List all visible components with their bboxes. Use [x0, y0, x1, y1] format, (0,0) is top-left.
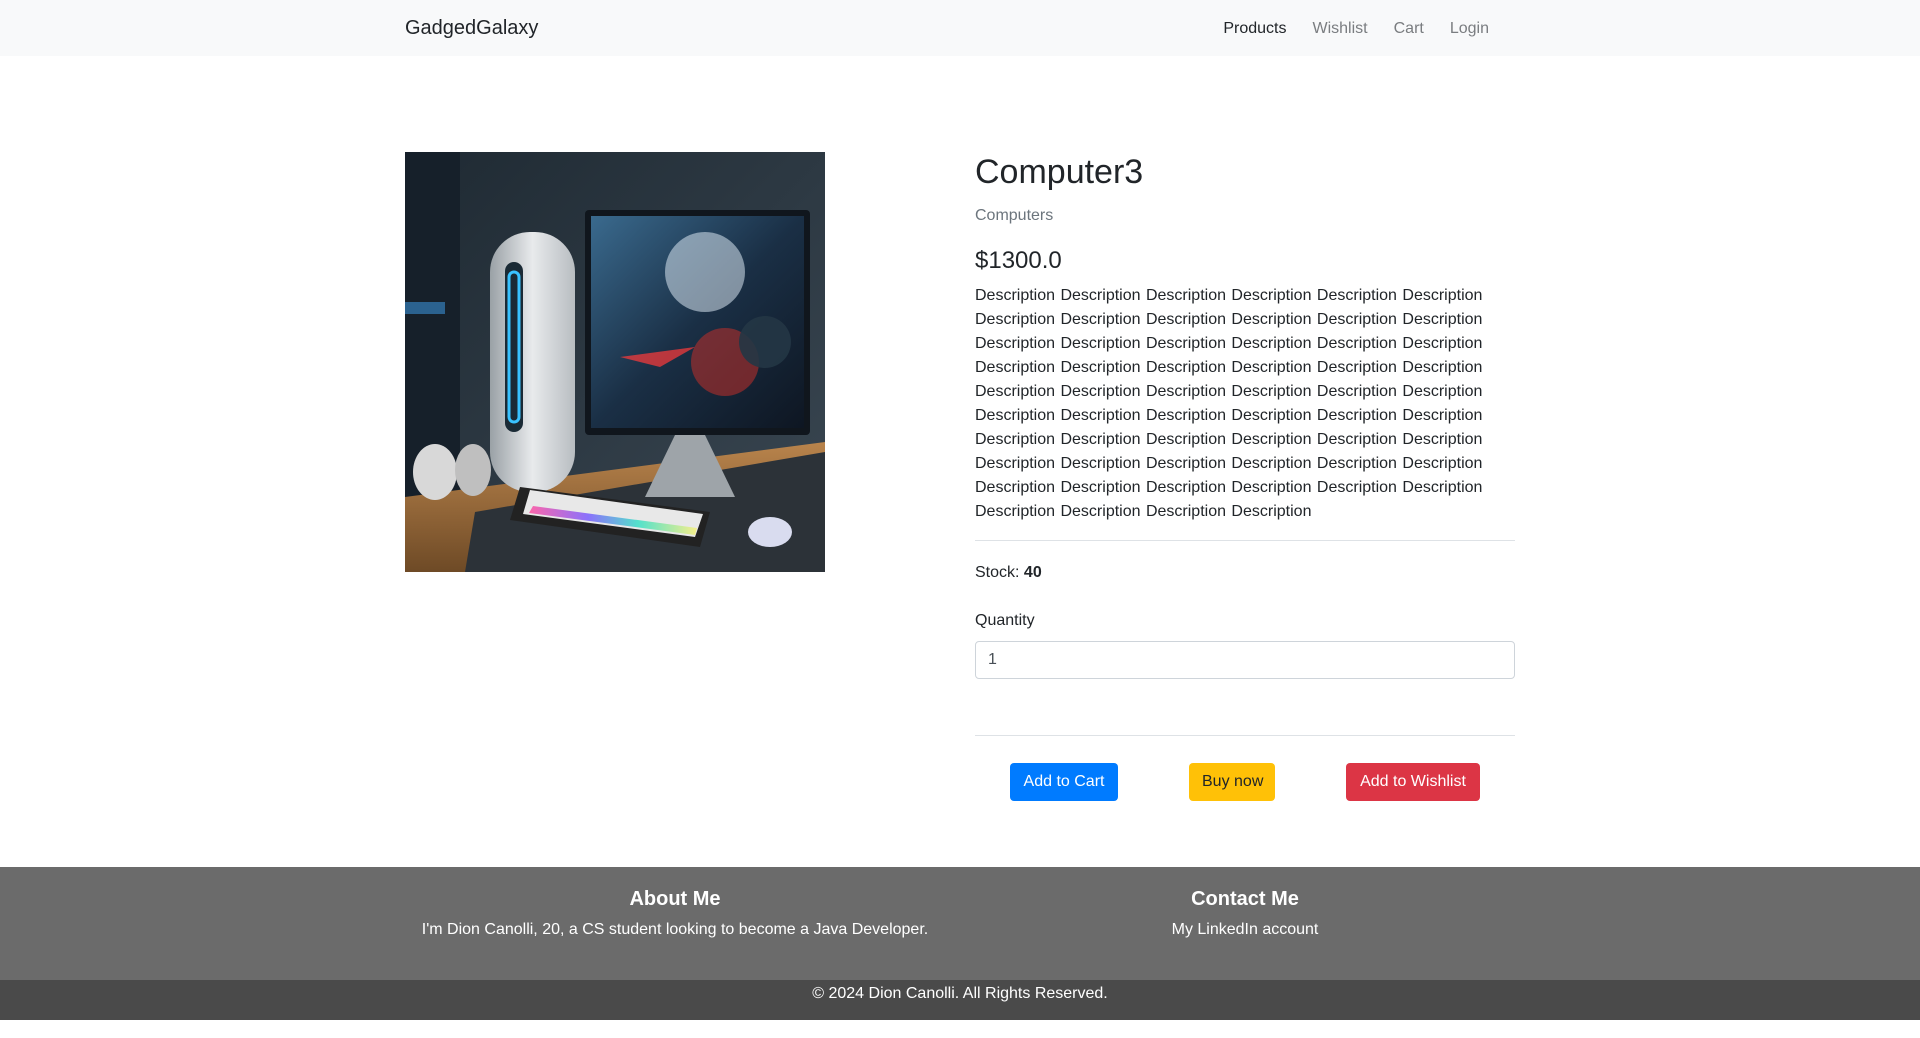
stock-label: Stock:	[975, 564, 1020, 581]
product-details: Computer3 Computers $1300.0 Description …	[975, 150, 1515, 736]
nav-links: Products Wishlist Cart Login	[1210, 18, 1502, 40]
brand-logo[interactable]: GadgedGalaxy	[405, 16, 538, 40]
divider	[975, 540, 1515, 541]
nav-link-login[interactable]: Login	[1437, 18, 1502, 40]
about-title: About Me	[629, 888, 721, 910]
computer-setup-illustration	[405, 152, 825, 572]
add-to-wishlist-button[interactable]: Add to Wishlist	[1346, 763, 1480, 801]
buy-now-button[interactable]: Buy now	[1189, 763, 1275, 801]
divider	[975, 735, 1515, 736]
navbar: GadgedGalaxy Products Wishlist Cart Logi…	[0, 0, 1920, 56]
linkedin-link[interactable]: My LinkedIn account	[1172, 921, 1319, 938]
about-text: I'm Dion Canolli, 20, a CS student looki…	[421, 921, 929, 938]
nav-link-cart[interactable]: Cart	[1381, 18, 1437, 40]
quantity-input[interactable]	[975, 641, 1515, 679]
product-category: Computers	[975, 207, 1054, 224]
product-image	[405, 152, 825, 572]
quantity-label: Quantity	[975, 612, 1035, 629]
product-title: Computer3	[975, 153, 1144, 191]
nav-link-wishlist[interactable]: Wishlist	[1300, 18, 1381, 40]
footer: About Me I'm Dion Canolli, 20, a CS stud…	[0, 867, 1920, 980]
product-description: Description Description Description Desc…	[975, 287, 1483, 520]
footer-copyright: © 2024 Dion Canolli. All Rights Reserved…	[0, 980, 1920, 1020]
footer-about: About Me I'm Dion Canolli, 20, a CS stud…	[390, 887, 960, 941]
stock-info: Stock: 40	[975, 561, 1515, 585]
footer-contact: Contact Me My LinkedIn account	[960, 887, 1530, 941]
copyright-text: © 2024 Dion Canolli. All Rights Reserved…	[812, 985, 1108, 1002]
page-bottom-area	[0, 1020, 1920, 1038]
contact-title: Contact Me	[1191, 888, 1299, 910]
product-price: $1300.0	[975, 247, 1062, 274]
add-to-cart-button[interactable]: Add to Cart	[1010, 763, 1118, 801]
stock-value: 40	[1023, 564, 1042, 581]
nav-link-products[interactable]: Products	[1210, 18, 1299, 40]
